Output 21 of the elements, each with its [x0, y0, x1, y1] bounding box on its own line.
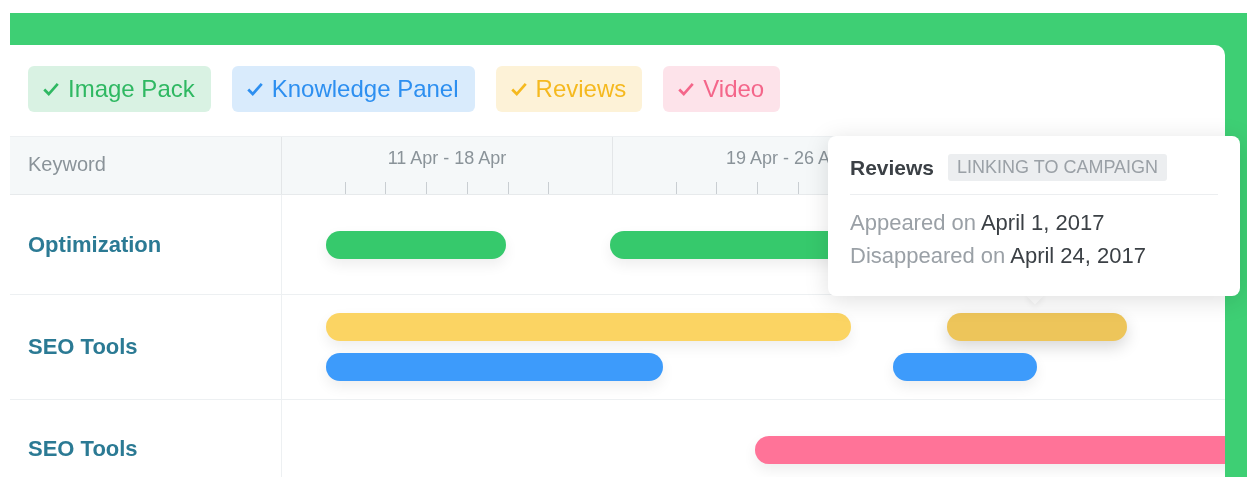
keyword-link[interactable]: SEO Tools	[10, 295, 282, 399]
tooltip-text: Disappeared on April 24, 2017	[850, 242, 1147, 270]
keyword-link[interactable]: Optimization	[10, 195, 282, 294]
keyword-link[interactable]: SEO Tools	[10, 400, 282, 477]
timeline-bar[interactable]	[326, 230, 506, 259]
check-icon	[245, 80, 264, 98]
check-icon	[677, 80, 696, 98]
check-icon	[42, 80, 60, 98]
tooltip-title: Reviews	[850, 155, 935, 180]
filter-chip[interactable]: Reviews	[495, 66, 643, 112]
timeline-bar[interactable]	[947, 313, 1127, 341]
column-heading: Keyword	[10, 137, 282, 194]
tooltip-text: Appeared on April 1, 2017	[850, 209, 1106, 237]
filter-chip[interactable]: Video	[663, 66, 781, 112]
filter-chip[interactable]: Image Pack	[28, 66, 211, 112]
filter-chip[interactable]: Knowledge Panel	[231, 66, 475, 112]
timeline-bar[interactable]	[326, 353, 663, 381]
status-badge: LINKING TO CAMPAIGN	[948, 154, 1168, 181]
check-icon	[509, 80, 528, 98]
timeline-bar[interactable]	[893, 353, 1037, 381]
column-heading: 11 Apr - 18 Apr	[387, 147, 507, 170]
